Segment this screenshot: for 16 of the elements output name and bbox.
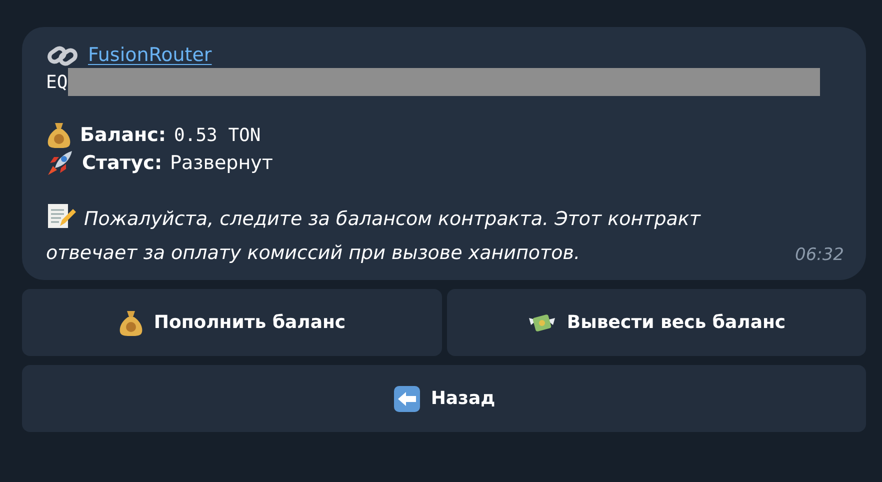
rocket-icon <box>46 149 74 177</box>
keyboard-button[interactable]: Пополнить баланс <box>22 289 442 356</box>
field-label: Баланс: <box>80 122 166 148</box>
money-bag-icon <box>118 308 144 336</box>
keyboard-button[interactable]: Назад <box>22 365 866 432</box>
address-text: EQ <box>46 70 68 94</box>
money-bag-icon <box>46 121 72 149</box>
keyboard-button[interactable]: Вывести весь баланс <box>446 289 866 356</box>
contract-link[interactable]: FusionRouter <box>88 43 212 68</box>
note-text: Пожалуйста, следите за балансом контракта. Этот контракт отвечает за оплату комиссий при вызове ханипотов. <box>46 202 787 268</box>
memo-icon <box>46 202 76 230</box>
field-value: Развернут <box>170 150 273 176</box>
field-value: 0.53 TON <box>174 124 261 148</box>
field-label: Статус: <box>82 150 162 176</box>
link-icon <box>46 44 80 68</box>
message-time: 06:32 <box>795 244 844 267</box>
